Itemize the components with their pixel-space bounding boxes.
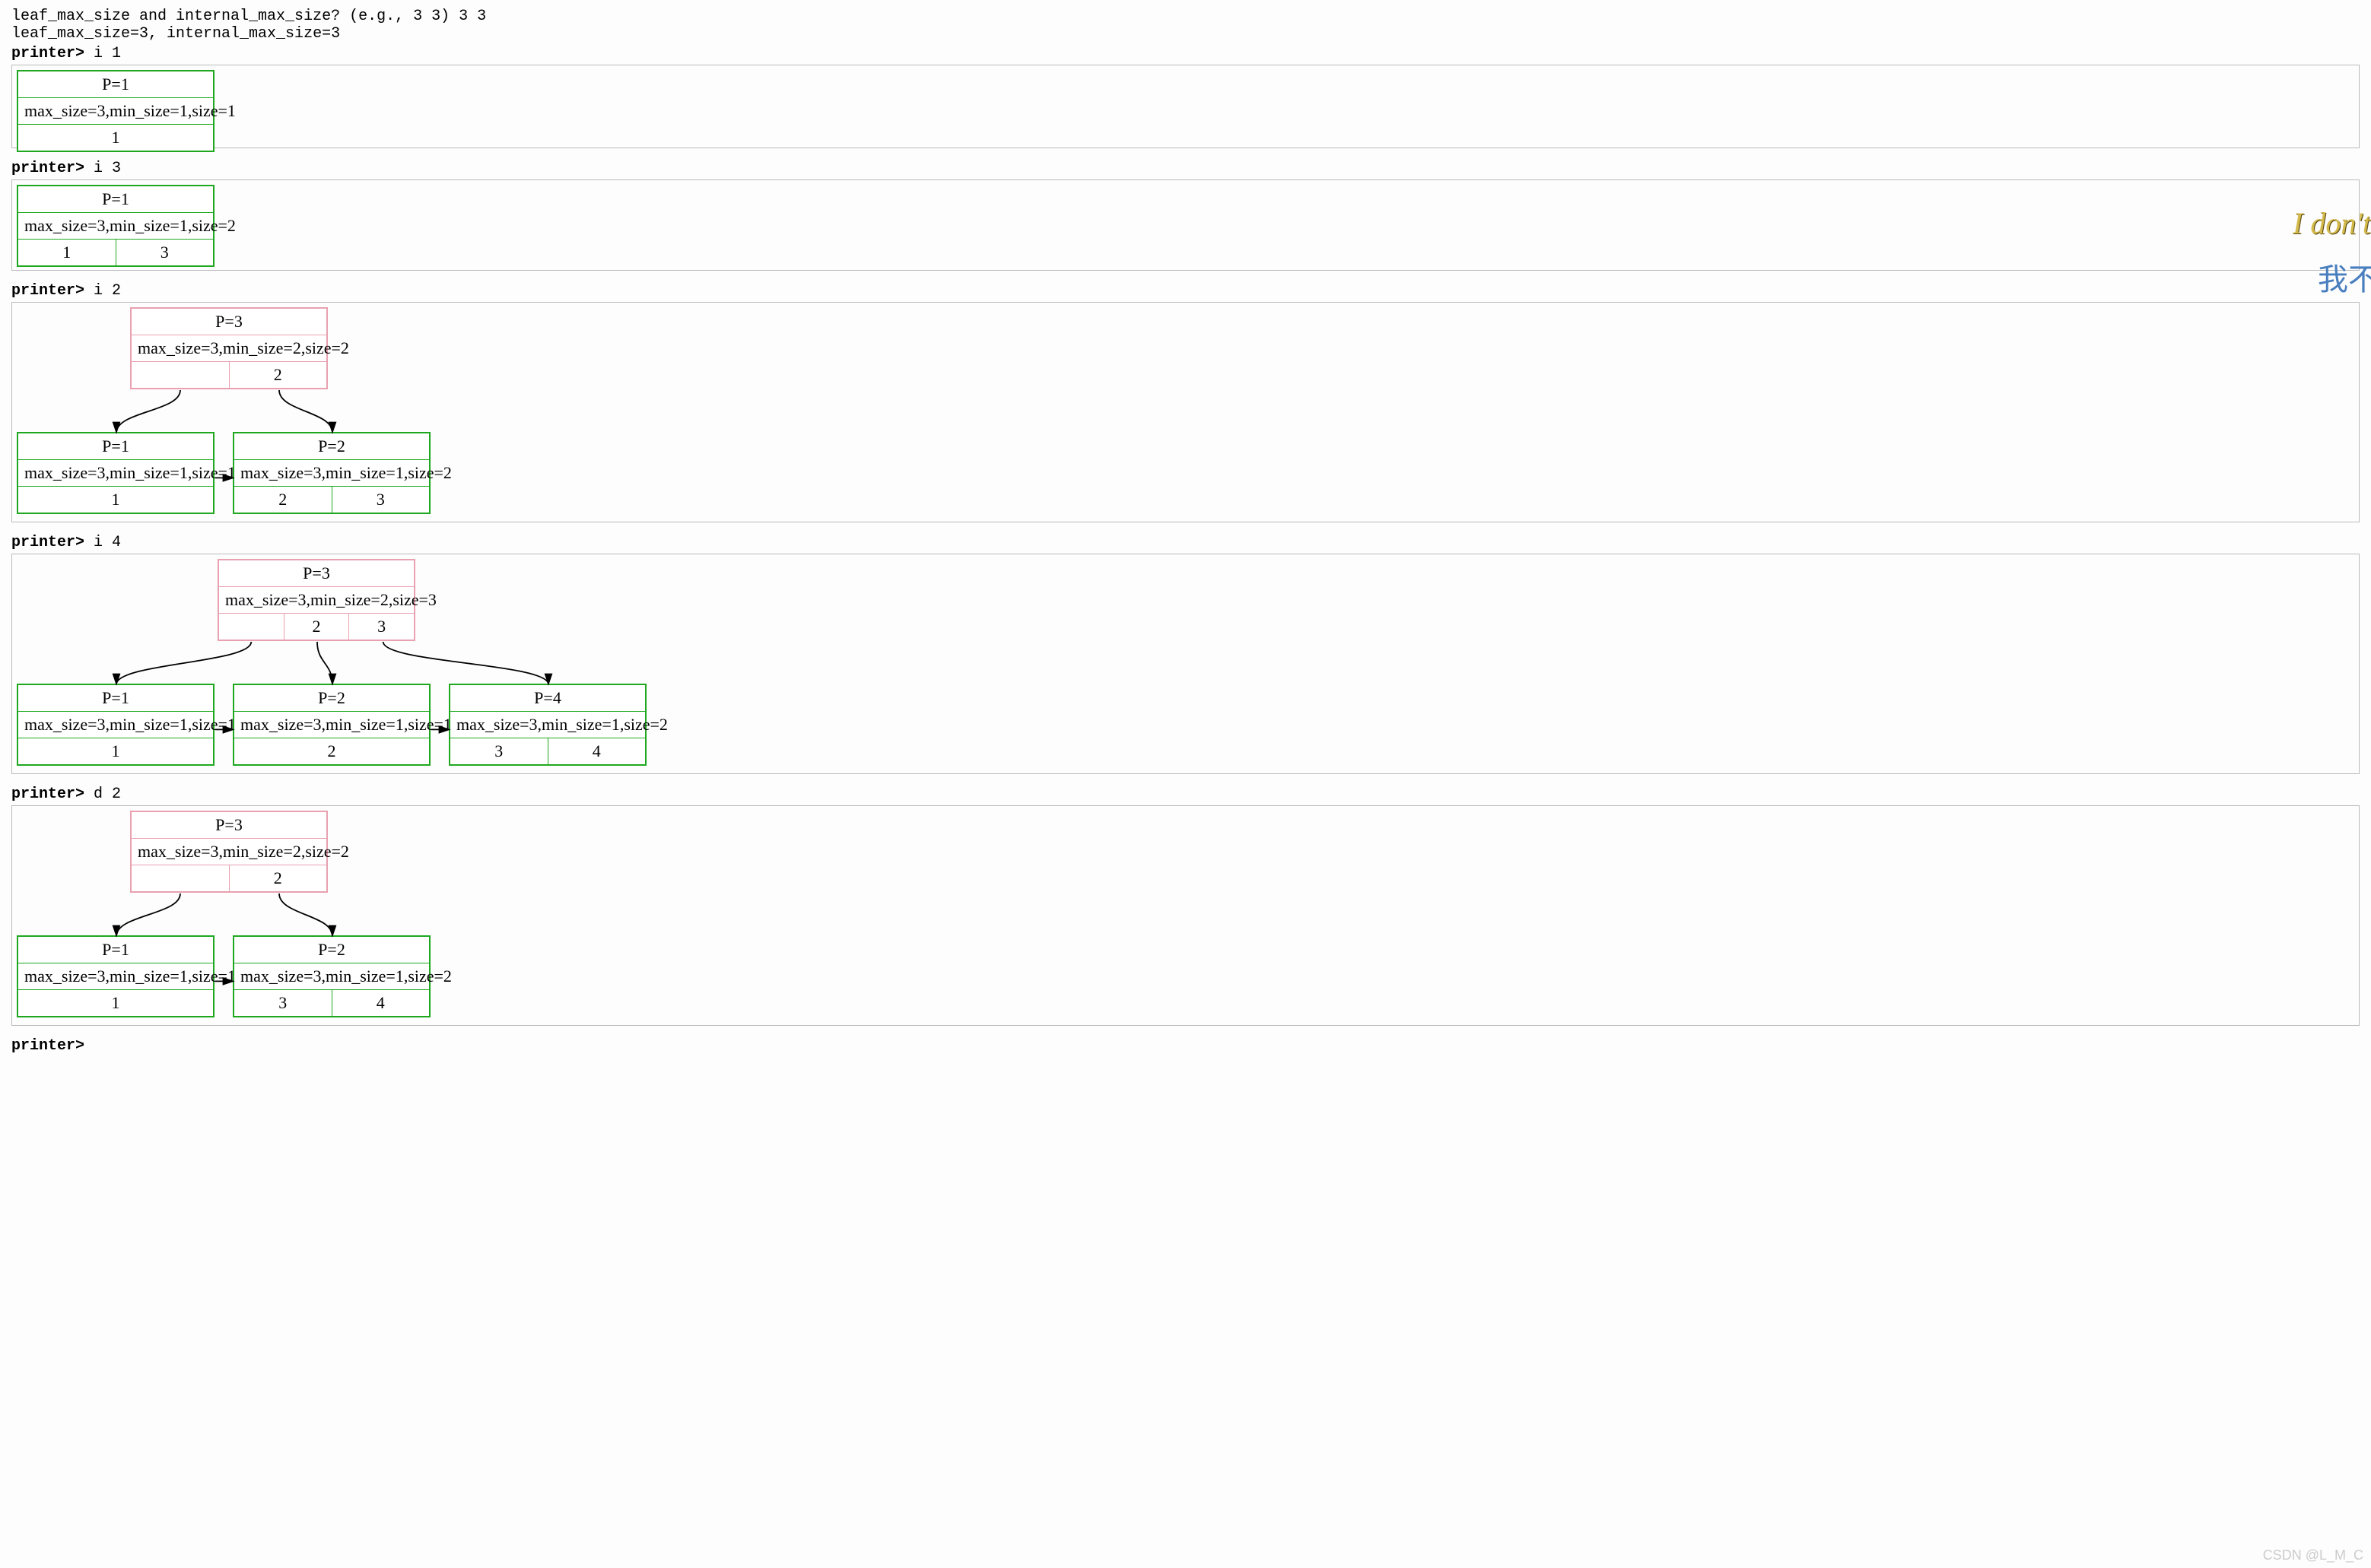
leaf-node: P=1max_size=3,min_size=1,size=11	[17, 432, 215, 514]
node-keys-row: 34	[450, 738, 645, 764]
node-key-cell: 1	[18, 240, 116, 265]
edges-svg	[12, 180, 2359, 270]
node-page-id: P=1	[18, 685, 213, 712]
leaf-node: P=1max_size=3,min_size=1,size=11	[17, 935, 215, 1017]
node-keys-row: 2	[132, 865, 326, 891]
internal-node: P=3max_size=3,min_size=2,size=22	[130, 811, 328, 893]
tree-edge	[279, 390, 332, 433]
node-page-id: P=1	[18, 71, 213, 98]
intro-line-2: leaf_max_size=3, internal_max_size=3	[11, 25, 2360, 43]
node-key-cell: 3	[116, 240, 214, 265]
node-key-cell: 2	[234, 487, 332, 513]
node-key-cell: 2	[230, 362, 327, 388]
tree-edge	[116, 894, 180, 936]
steps-container: printer> i 1P=1max_size=3,min_size=1,siz…	[11, 45, 2360, 1055]
node-info: max_size=3,min_size=1,size=2	[450, 712, 645, 738]
node-page-id: P=3	[132, 309, 326, 335]
node-key-cell	[132, 362, 230, 388]
node-key-cell: 2	[230, 865, 327, 891]
node-key-cell: 1	[18, 738, 213, 764]
node-keys-row: 23	[234, 487, 429, 513]
tree-edge	[116, 390, 180, 433]
node-info: max_size=3,min_size=2,size=3	[219, 587, 414, 614]
node-key-cell: 3	[349, 614, 414, 640]
node-keys-row: 34	[234, 990, 429, 1016]
node-page-id: P=1	[18, 186, 213, 213]
prompt-line: printer> i 1	[11, 45, 2360, 62]
tree-edge	[317, 642, 332, 684]
node-keys-row: 2	[132, 362, 326, 388]
leaf-node: P=1max_size=3,min_size=1,size=11	[17, 70, 215, 152]
leaf-node: P=1max_size=3,min_size=1,size=213	[17, 185, 215, 267]
node-page-id: P=2	[234, 937, 429, 963]
node-key-cell: 3	[450, 738, 548, 764]
node-key-cell: 1	[18, 125, 213, 151]
node-key-cell	[132, 865, 230, 891]
node-key-cell: 4	[548, 738, 646, 764]
node-info: max_size=3,min_size=1,size=1	[18, 712, 213, 738]
node-info: max_size=3,min_size=1,size=2	[234, 963, 429, 990]
node-key-cell: 1	[18, 487, 213, 513]
internal-node: P=3max_size=3,min_size=2,size=323	[218, 559, 415, 641]
node-info: max_size=3,min_size=1,size=1	[18, 98, 213, 125]
edges-svg	[12, 65, 2359, 148]
node-page-id: P=1	[18, 433, 213, 460]
tree-diagram: P=3max_size=3,min_size=2,size=22P=1max_s…	[11, 302, 2360, 522]
prompt-line: printer> i 2	[11, 282, 2360, 300]
node-keys-row: 2	[234, 738, 429, 764]
node-info: max_size=3,min_size=2,size=2	[132, 335, 326, 362]
tree-edge	[383, 642, 548, 684]
prompt-line: printer> i 3	[11, 160, 2360, 177]
node-page-id: P=4	[450, 685, 645, 712]
node-keys-row: 1	[18, 990, 213, 1016]
leaf-node: P=4max_size=3,min_size=1,size=234	[449, 684, 647, 766]
tree-diagram: P=3max_size=3,min_size=2,size=323P=1max_…	[11, 554, 2360, 774]
tree-edge	[279, 894, 332, 936]
leaf-node: P=2max_size=3,min_size=1,size=223	[233, 432, 431, 514]
tree-edge	[116, 642, 251, 684]
node-key-cell	[219, 614, 284, 640]
node-info: max_size=3,min_size=1,size=1	[18, 460, 213, 487]
leaf-node: P=2max_size=3,min_size=1,size=234	[233, 935, 431, 1017]
prompt-line: printer> i 4	[11, 534, 2360, 551]
tree-diagram: P=1max_size=3,min_size=1,size=213	[11, 179, 2360, 271]
node-key-cell: 2	[284, 614, 350, 640]
node-info: max_size=3,min_size=1,size=2	[234, 460, 429, 487]
node-key-cell: 2	[234, 738, 429, 764]
watermark-corner: CSDN @L_M_C	[2263, 1547, 2363, 1563]
node-info: max_size=3,min_size=1,size=1	[234, 712, 429, 738]
node-page-id: P=2	[234, 685, 429, 712]
node-key-cell: 1	[18, 990, 213, 1016]
node-page-id: P=3	[219, 560, 414, 587]
tree-diagram: P=3max_size=3,min_size=2,size=22P=1max_s…	[11, 805, 2360, 1026]
node-page-id: P=2	[234, 433, 429, 460]
node-key-cell: 3	[332, 487, 430, 513]
prompt-line: printer> d 2	[11, 786, 2360, 803]
node-keys-row: 23	[219, 614, 414, 640]
node-info: max_size=3,min_size=1,size=1	[18, 963, 213, 990]
internal-node: P=3max_size=3,min_size=2,size=22	[130, 307, 328, 389]
node-info: max_size=3,min_size=1,size=2	[18, 213, 213, 240]
node-page-id: P=1	[18, 937, 213, 963]
node-keys-row: 1	[18, 487, 213, 513]
leaf-node: P=1max_size=3,min_size=1,size=11	[17, 684, 215, 766]
intro-line-1: leaf_max_size and internal_max_size? (e.…	[11, 8, 2360, 25]
node-keys-row: 1	[18, 738, 213, 764]
node-info: max_size=3,min_size=2,size=2	[132, 839, 326, 865]
node-page-id: P=3	[132, 812, 326, 839]
prompt-line: printer>	[11, 1037, 2360, 1055]
node-keys-row: 13	[18, 240, 213, 265]
tree-diagram: P=1max_size=3,min_size=1,size=11	[11, 65, 2360, 148]
node-keys-row: 1	[18, 125, 213, 151]
node-key-cell: 3	[234, 990, 332, 1016]
node-key-cell: 4	[332, 990, 430, 1016]
leaf-node: P=2max_size=3,min_size=1,size=12	[233, 684, 431, 766]
